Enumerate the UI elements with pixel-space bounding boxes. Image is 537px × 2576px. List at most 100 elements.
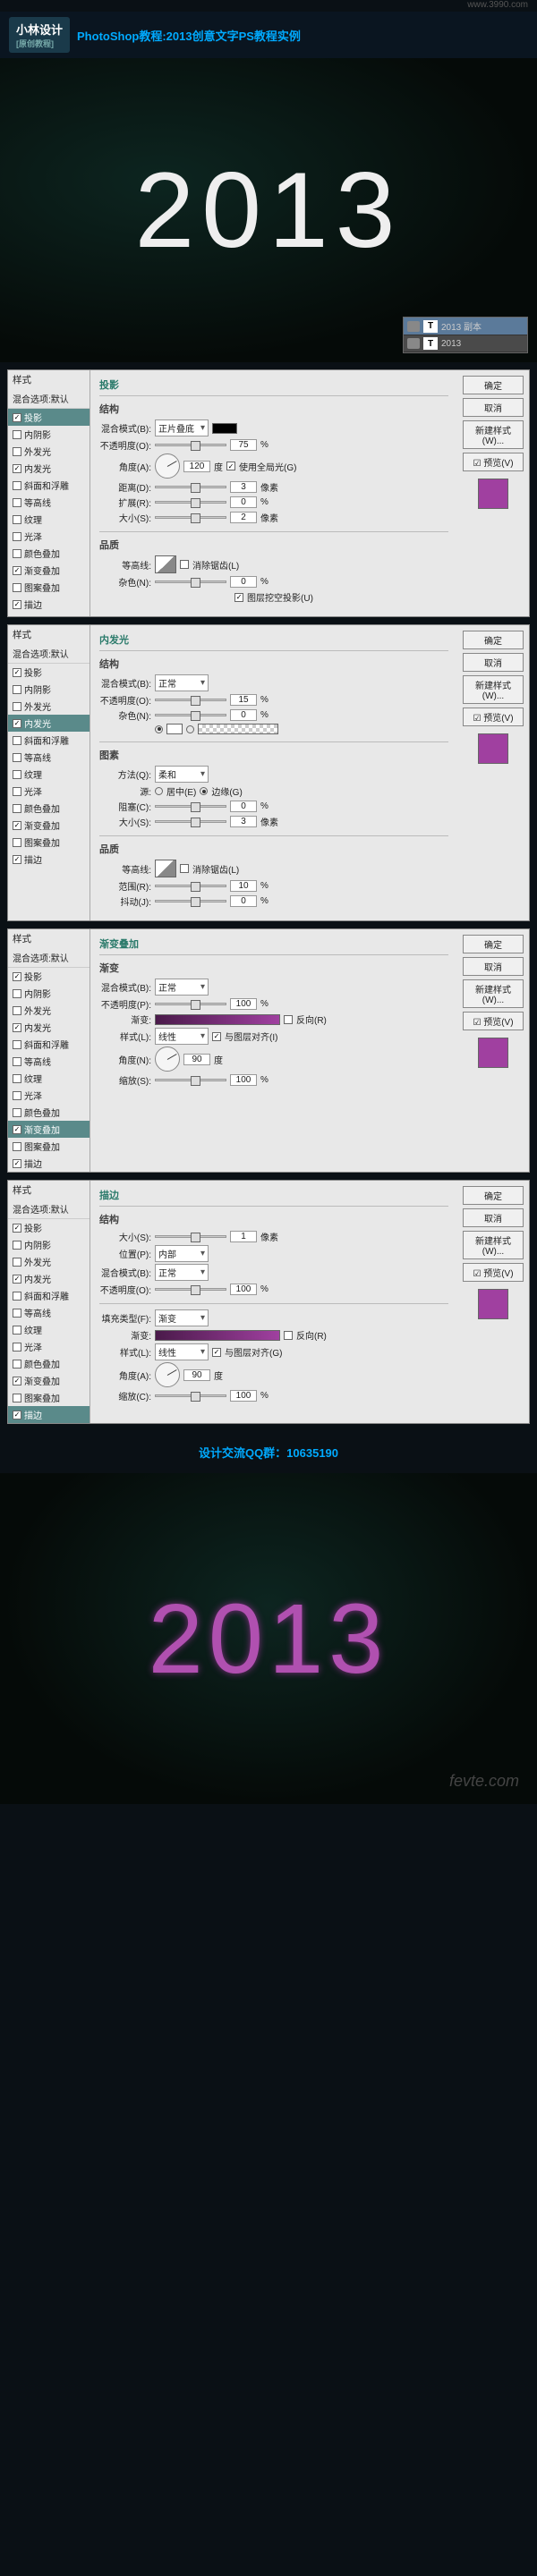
global-light-checkbox[interactable]	[226, 462, 235, 470]
preview-checkbox[interactable]: ☑ 预览(V)	[463, 1263, 524, 1282]
style-outer-glow[interactable]: 外发光	[8, 698, 90, 715]
size-slider[interactable]	[155, 516, 226, 519]
glow-color-swatch[interactable]	[166, 724, 183, 734]
technique-select[interactable]: 柔和	[155, 766, 209, 783]
style-color-overlay[interactable]: 颜色叠加	[8, 1355, 90, 1372]
style-inner-glow[interactable]: 内发光	[8, 1019, 90, 1036]
style-color-overlay[interactable]: 颜色叠加	[8, 1104, 90, 1121]
preview-checkbox[interactable]: ☑ 预览(V)	[463, 453, 524, 471]
noise-slider[interactable]	[155, 580, 226, 583]
blend-options[interactable]: 混合选项:默认	[8, 389, 90, 409]
blend-options[interactable]: 混合选项:默认	[8, 948, 90, 968]
style-bevel[interactable]: 斜面和浮雕	[8, 1287, 90, 1304]
ok-button[interactable]: 确定	[463, 935, 524, 953]
style-outer-glow[interactable]: 外发光	[8, 443, 90, 460]
style-texture[interactable]: 纹理	[8, 766, 90, 783]
style-contour[interactable]: 等高线	[8, 494, 90, 511]
opacity-input[interactable]: 15	[230, 694, 257, 706]
cancel-button[interactable]: 取消	[463, 653, 524, 672]
style-drop-shadow[interactable]: 投影	[8, 409, 90, 426]
style-pattern-overlay[interactable]: 图案叠加	[8, 834, 90, 851]
cancel-button[interactable]: 取消	[463, 957, 524, 976]
color-radio[interactable]	[155, 725, 163, 733]
style-pattern-overlay[interactable]: 图案叠加	[8, 1138, 90, 1155]
noise-slider[interactable]	[155, 714, 226, 716]
style-satin[interactable]: 光泽	[8, 528, 90, 545]
gradient-picker[interactable]	[155, 1330, 280, 1341]
style-gradient-overlay[interactable]: 渐变叠加	[8, 817, 90, 834]
style-stroke[interactable]: 描边	[8, 1406, 90, 1423]
cancel-button[interactable]: 取消	[463, 398, 524, 417]
layer-row[interactable]: T 2013 副本	[404, 318, 527, 335]
style-stroke[interactable]: 描边	[8, 596, 90, 613]
style-texture[interactable]: 纹理	[8, 1070, 90, 1087]
style-gradient-overlay[interactable]: 渐变叠加	[8, 562, 90, 579]
preview-checkbox[interactable]: ☑ 预览(V)	[463, 708, 524, 726]
style-satin[interactable]: 光泽	[8, 1338, 90, 1355]
range-input[interactable]: 10	[230, 880, 257, 892]
blend-mode-select[interactable]: 正常	[155, 674, 209, 691]
opacity-input[interactable]: 100	[230, 998, 257, 1010]
ok-button[interactable]: 确定	[463, 376, 524, 394]
opacity-input[interactable]: 100	[230, 1284, 257, 1295]
new-style-button[interactable]: 新建样式(W)...	[463, 675, 524, 704]
opacity-slider[interactable]	[155, 1288, 226, 1291]
style-bevel[interactable]: 斜面和浮雕	[8, 1036, 90, 1053]
choke-input[interactable]: 0	[230, 801, 257, 812]
noise-input[interactable]: 0	[230, 709, 257, 721]
preview-checkbox[interactable]: ☑ 预览(V)	[463, 1012, 524, 1030]
spread-input[interactable]: 0	[230, 496, 257, 508]
style-inner-glow[interactable]: 内发光	[8, 460, 90, 477]
layer-row[interactable]: T 2013	[404, 335, 527, 352]
style-bevel[interactable]: 斜面和浮雕	[8, 732, 90, 749]
color-swatch[interactable]	[212, 423, 237, 434]
size-slider[interactable]	[155, 1235, 226, 1238]
scale-slider[interactable]	[155, 1394, 226, 1397]
angle-dial[interactable]	[155, 1046, 180, 1072]
blend-options[interactable]: 混合选项:默认	[8, 1199, 90, 1219]
jitter-input[interactable]: 0	[230, 895, 257, 907]
source-edge-radio[interactable]	[200, 787, 208, 795]
style-pattern-overlay[interactable]: 图案叠加	[8, 579, 90, 596]
style-inner-shadow[interactable]: 内阴影	[8, 985, 90, 1002]
gradient-style-select[interactable]: 线性	[155, 1028, 209, 1045]
distance-input[interactable]: 3	[230, 481, 257, 493]
align-checkbox[interactable]	[212, 1032, 221, 1041]
style-pattern-overlay[interactable]: 图案叠加	[8, 1389, 90, 1406]
size-input[interactable]: 1	[230, 1231, 257, 1242]
source-center-radio[interactable]	[155, 787, 163, 795]
style-stroke[interactable]: 描边	[8, 1155, 90, 1172]
scale-slider[interactable]	[155, 1079, 226, 1081]
style-color-overlay[interactable]: 颜色叠加	[8, 800, 90, 817]
antialias-checkbox[interactable]	[180, 864, 189, 873]
choke-slider[interactable]	[155, 805, 226, 808]
style-color-overlay[interactable]: 颜色叠加	[8, 545, 90, 562]
reverse-checkbox[interactable]	[284, 1015, 293, 1024]
range-slider[interactable]	[155, 885, 226, 887]
gradient-style-select[interactable]: 线性	[155, 1343, 209, 1360]
antialias-checkbox[interactable]	[180, 560, 189, 569]
opacity-slider[interactable]	[155, 444, 226, 446]
style-satin[interactable]: 光泽	[8, 783, 90, 800]
style-contour[interactable]: 等高线	[8, 1304, 90, 1321]
new-style-button[interactable]: 新建样式(W)...	[463, 979, 524, 1008]
blend-mode-select[interactable]: 正常	[155, 1264, 209, 1281]
style-drop-shadow[interactable]: 投影	[8, 1219, 90, 1236]
knockout-checkbox[interactable]	[234, 593, 243, 602]
ok-button[interactable]: 确定	[463, 631, 524, 649]
noise-input[interactable]: 0	[230, 576, 257, 588]
style-drop-shadow[interactable]: 投影	[8, 968, 90, 985]
style-inner-shadow[interactable]: 内阴影	[8, 426, 90, 443]
angle-dial[interactable]	[155, 453, 180, 479]
style-drop-shadow[interactable]: 投影	[8, 664, 90, 681]
style-outer-glow[interactable]: 外发光	[8, 1253, 90, 1270]
reverse-checkbox[interactable]	[284, 1331, 293, 1340]
style-contour[interactable]: 等高线	[8, 749, 90, 766]
jitter-slider[interactable]	[155, 900, 226, 902]
style-inner-shadow[interactable]: 内阴影	[8, 1236, 90, 1253]
cancel-button[interactable]: 取消	[463, 1208, 524, 1227]
style-gradient-overlay[interactable]: 渐变叠加	[8, 1372, 90, 1389]
gradient-radio[interactable]	[186, 725, 194, 733]
style-inner-shadow[interactable]: 内阴影	[8, 681, 90, 698]
style-inner-glow[interactable]: 内发光	[8, 715, 90, 732]
